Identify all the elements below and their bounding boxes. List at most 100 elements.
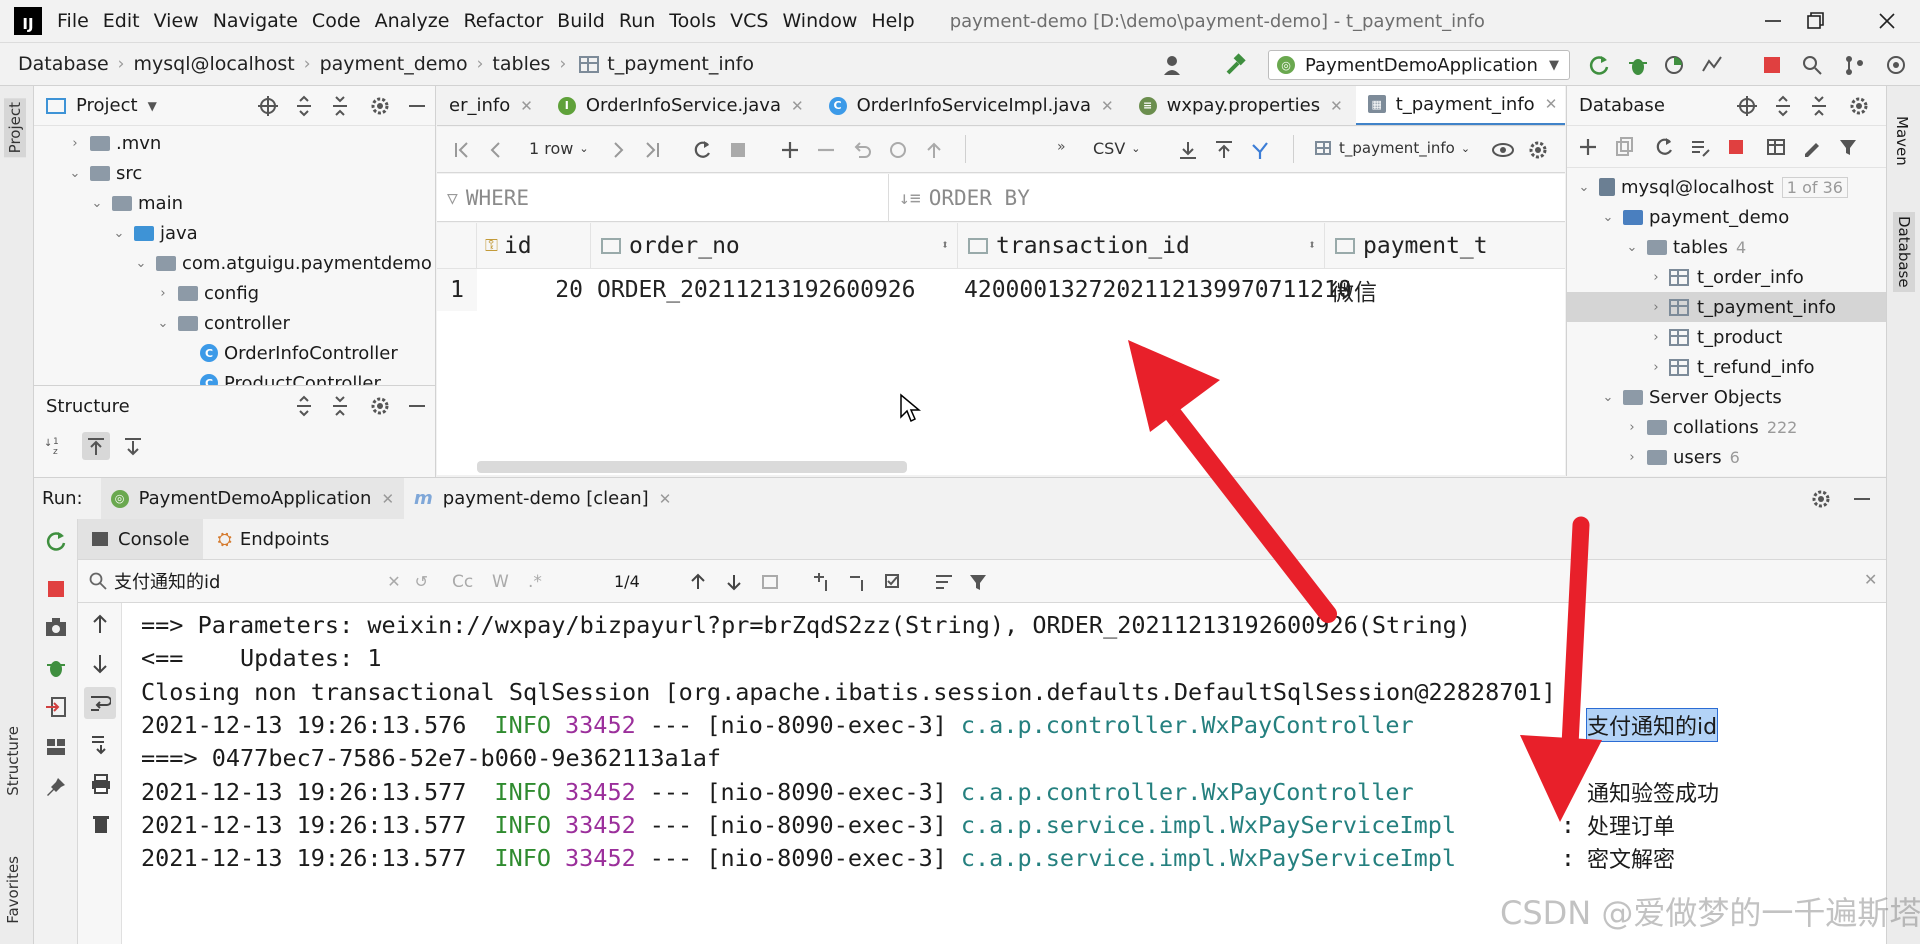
menu-tools[interactable]: Tools [662,10,723,32]
horizontal-scrollbar[interactable] [477,461,907,473]
stop-icon[interactable] [1760,53,1784,77]
menu-help[interactable]: Help [864,10,921,32]
close-window-icon[interactable] [1874,8,1900,34]
menu-window[interactable]: Window [775,10,864,32]
hide-panel-icon[interactable] [407,395,427,417]
upload-icon[interactable] [1213,139,1235,161]
chevron-down-icon[interactable]: ⌄ [132,256,150,271]
minimize-icon[interactable] [1760,8,1786,34]
menu-code[interactable]: Code [305,10,368,32]
database-tree-item[interactable]: › t_product [1567,322,1886,352]
run-tab-maven[interactable]: m payment-demo [clean] ✕ [404,482,681,515]
project-panel-title[interactable]: Project [76,95,138,116]
chevron-down-icon[interactable]: ⌄ [154,316,172,331]
copy-icon[interactable] [1613,136,1635,158]
debug-icon[interactable] [1626,53,1650,77]
print-icon[interactable] [90,773,112,795]
search-everywhere-icon[interactable] [1800,53,1824,77]
editor-tab[interactable]: ▦ t_payment_info ✕ [1355,86,1565,125]
database-tree-item[interactable]: ⌄ tables 4 [1567,232,1886,262]
git-icon[interactable] [1842,53,1866,77]
cell-transaction-id[interactable]: 4200001327202112139970711210 [964,269,1352,311]
column-header-id[interactable]: ⚿ id [477,223,591,269]
chevron-down-icon[interactable]: ⌄ [1599,390,1617,405]
match-case-toggle[interactable]: Cc [452,572,473,592]
cell-id[interactable]: 20 [477,269,583,311]
chevron-right-icon[interactable]: › [1623,420,1641,435]
tool-tab-database[interactable]: Database [1893,212,1915,292]
chevron-down-icon[interactable]: ⌄ [66,166,84,181]
close-tab-icon[interactable]: ✕ [1545,95,1558,113]
tool-tab-maven[interactable]: Maven [1893,116,1911,166]
sort-toggle-icon[interactable]: ⬍ [1308,238,1316,253]
collapse-all-icon[interactable] [329,95,351,117]
gear-icon[interactable] [369,395,391,417]
pin-icon[interactable] [44,775,68,799]
camera-icon[interactable] [44,615,68,639]
row-count-select[interactable]: 1 row ⌄ [529,139,589,158]
database-tree-item[interactable]: › t_order_info [1567,262,1886,292]
project-tree-item[interactable]: ⌄ src [34,158,435,188]
chevron-down-icon[interactable]: ⌄ [1575,180,1593,195]
last-page-icon[interactable] [641,139,663,161]
database-tree-item[interactable]: ⌄ Server Objects [1567,382,1886,412]
login-icon[interactable] [44,695,68,719]
build-hammer-icon[interactable] [1224,53,1248,77]
run-configuration-select[interactable]: ◎ PaymentDemoApplication ▼ [1268,50,1570,80]
expand-all-icon[interactable] [293,95,315,117]
chevron-right-icon[interactable]: › [1647,270,1665,285]
filter-icon[interactable] [1837,136,1859,158]
restore-icon[interactable] [1802,8,1828,34]
tab-console[interactable]: Console [78,519,204,559]
export-format-select[interactable]: CSV ⌄ [1093,139,1141,158]
gear-icon[interactable] [1848,95,1870,117]
hide-panel-icon[interactable] [1852,488,1872,510]
sort-alpha-icon[interactable]: ↓ 1z [44,434,68,458]
download-icon[interactable] [1177,139,1199,161]
chevron-right-icon[interactable]: › [1647,360,1665,375]
close-tab-icon[interactable]: ✕ [381,490,394,508]
column-header-payment-type[interactable]: payment_t [1325,223,1565,269]
user-icon[interactable] [1162,53,1186,77]
delete-row-icon[interactable] [815,139,837,161]
table-view-icon[interactable] [1765,136,1787,158]
chevron-right-icon[interactable]: › [1647,330,1665,345]
close-tab-icon[interactable]: ✕ [791,97,804,115]
cell-order-no[interactable]: ORDER_20211213192600926 [597,269,958,311]
regex-toggle[interactable]: .* [528,572,542,592]
breadcrumb-tables[interactable]: tables [492,53,550,75]
menu-analyze[interactable]: Analyze [368,10,457,32]
menu-build[interactable]: Build [550,10,612,32]
expand-all-icon[interactable] [1772,95,1794,117]
view-mode-icon[interactable]: » [1057,139,1066,155]
sort-toggle-icon[interactable]: ⬍ [941,238,949,253]
close-tab-icon[interactable]: ✕ [520,97,533,115]
hide-panel-icon[interactable] [407,95,427,117]
close-tab-icon[interactable]: ✕ [659,490,672,508]
tool-tab-structure[interactable]: Structure [4,726,22,796]
editor-tab[interactable]: C OrderInfoServiceImpl.java ✕ [817,86,1127,125]
refresh-icon[interactable] [691,139,713,161]
locate-icon[interactable] [1736,95,1758,117]
run-tab-app[interactable]: ◎ PaymentDemoApplication ✕ [100,477,405,520]
chevron-down-icon[interactable]: ⌄ [1599,210,1617,225]
chevron-right-icon[interactable]: › [66,136,84,151]
menu-run[interactable]: Run [612,10,662,32]
scroll-down-icon[interactable] [90,653,110,675]
locate-icon[interactable] [257,95,279,117]
rerun-icon[interactable] [44,529,68,553]
expand-all-icon[interactable] [293,395,315,417]
whole-word-toggle[interactable]: W [492,572,509,592]
select-all-occurrences-icon[interactable] [760,572,780,592]
add-icon[interactable] [1577,136,1599,158]
submit-icon[interactable] [887,139,909,161]
tool-tab-project[interactable]: Project [4,98,26,158]
next-page-icon[interactable] [607,139,629,161]
soft-wrap-icon[interactable] [934,572,956,592]
project-tree-item[interactable]: C OrderInfoController [34,338,435,368]
menu-refactor[interactable]: Refactor [456,10,550,32]
search-history-icon[interactable]: ↺ [415,572,428,591]
debug-bug-icon[interactable] [44,655,68,679]
gear-icon[interactable] [369,95,391,117]
refresh-icon[interactable] [1653,136,1675,158]
